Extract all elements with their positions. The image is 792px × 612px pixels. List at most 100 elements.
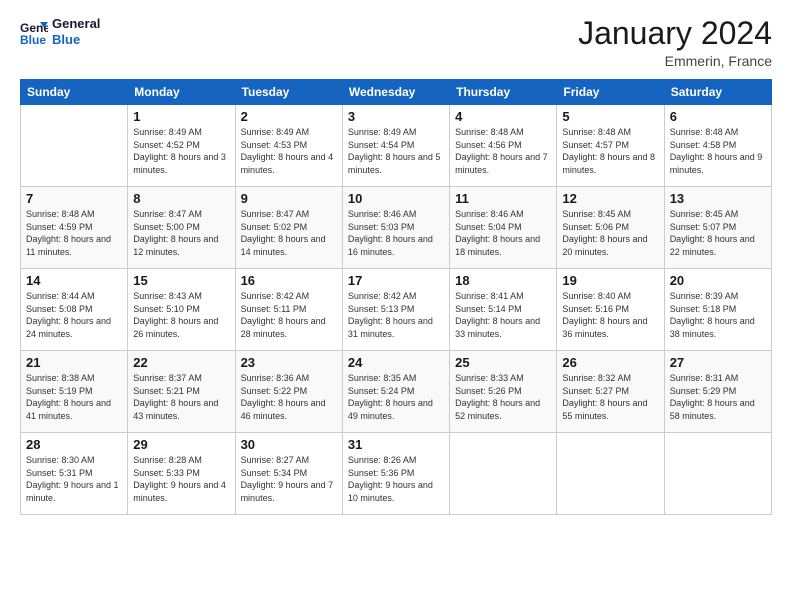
day-info: Sunrise: 8:26 AMSunset: 5:36 PMDaylight:…	[348, 454, 444, 504]
logo-line1: General	[52, 16, 100, 32]
day-number: 9	[241, 191, 337, 206]
calendar-cell: 14 Sunrise: 8:44 AMSunset: 5:08 PMDayligh…	[21, 269, 128, 351]
calendar-cell: 9 Sunrise: 8:47 AMSunset: 5:02 PMDaylight…	[235, 187, 342, 269]
calendar-cell: 30 Sunrise: 8:27 AMSunset: 5:34 PMDayligh…	[235, 433, 342, 515]
calendar-cell: 17Sunrise: 8:42 AMSunset: 5:13 PMDayligh…	[342, 269, 449, 351]
svg-text:Blue: Blue	[20, 33, 46, 46]
calendar-cell: 5 Sunrise: 8:48 AMSunset: 4:57 PMDaylight…	[557, 105, 664, 187]
day-number: 15	[133, 273, 229, 288]
day-header-wednesday: Wednesday	[342, 80, 449, 105]
calendar-cell: 18 Sunrise: 8:41 AMSunset: 5:14 PMDayligh…	[450, 269, 557, 351]
day-header-tuesday: Tuesday	[235, 80, 342, 105]
day-info: Sunrise: 8:44 AMSunset: 5:08 PMDaylight:…	[26, 290, 122, 340]
calendar-cell: 21 Sunrise: 8:38 AMSunset: 5:19 PMDayligh…	[21, 351, 128, 433]
day-info: Sunrise: 8:33 AMSunset: 5:26 PMDaylight:…	[455, 372, 551, 422]
day-info: Sunrise: 8:47 AMSunset: 5:02 PMDaylight:…	[241, 208, 337, 258]
calendar-cell: 13 Sunrise: 8:45 AMSunset: 5:07 PMDayligh…	[664, 187, 771, 269]
week-row-4: 28Sunrise: 8:30 AMSunset: 5:31 PMDayligh…	[21, 433, 772, 515]
day-info: Sunrise: 8:47 AMSunset: 5:00 PMDaylight:…	[133, 208, 229, 258]
day-header-monday: Monday	[128, 80, 235, 105]
header-row: SundayMondayTuesdayWednesdayThursdayFrid…	[21, 80, 772, 105]
day-number: 22	[133, 355, 229, 370]
day-number: 24	[348, 355, 444, 370]
day-info: Sunrise: 8:27 AMSunset: 5:34 PMDaylight:…	[241, 454, 337, 504]
calendar-cell: 16Sunrise: 8:42 AMSunset: 5:11 PMDayligh…	[235, 269, 342, 351]
logo-icon: General Blue	[20, 18, 48, 46]
day-info: Sunrise: 8:48 AMSunset: 4:58 PMDaylight:…	[670, 126, 766, 176]
day-info: Sunrise: 8:45 AMSunset: 5:06 PMDaylight:…	[562, 208, 658, 258]
title-block: January 2024 Emmerin, France	[578, 16, 772, 69]
calendar-cell: 2 Sunrise: 8:49 AMSunset: 4:53 PMDaylight…	[235, 105, 342, 187]
day-number: 29	[133, 437, 229, 452]
calendar-cell: 8 Sunrise: 8:47 AMSunset: 5:00 PMDaylight…	[128, 187, 235, 269]
calendar-table: SundayMondayTuesdayWednesdayThursdayFrid…	[20, 79, 772, 515]
day-number: 8	[133, 191, 229, 206]
day-info: Sunrise: 8:31 AMSunset: 5:29 PMDaylight:…	[670, 372, 766, 422]
day-header-thursday: Thursday	[450, 80, 557, 105]
day-number: 1	[133, 109, 229, 124]
week-row-2: 14 Sunrise: 8:44 AMSunset: 5:08 PMDayligh…	[21, 269, 772, 351]
day-number: 23	[241, 355, 337, 370]
calendar-cell	[450, 433, 557, 515]
calendar-cell: 20 Sunrise: 8:39 AMSunset: 5:18 PMDayligh…	[664, 269, 771, 351]
day-info: Sunrise: 8:41 AMSunset: 5:14 PMDaylight:…	[455, 290, 551, 340]
day-number: 18	[455, 273, 551, 288]
day-info: Sunrise: 8:39 AMSunset: 5:18 PMDaylight:…	[670, 290, 766, 340]
day-info: Sunrise: 8:49 AMSunset: 4:54 PMDaylight:…	[348, 126, 444, 176]
location: Emmerin, France	[578, 53, 772, 69]
day-info: Sunrise: 8:36 AMSunset: 5:22 PMDaylight:…	[241, 372, 337, 422]
day-number: 4	[455, 109, 551, 124]
day-info: Sunrise: 8:35 AMSunset: 5:24 PMDaylight:…	[348, 372, 444, 422]
day-info: Sunrise: 8:32 AMSunset: 5:27 PMDaylight:…	[562, 372, 658, 422]
calendar-cell	[21, 105, 128, 187]
day-info: Sunrise: 8:49 AMSunset: 4:52 PMDaylight:…	[133, 126, 229, 176]
day-info: Sunrise: 8:49 AMSunset: 4:53 PMDaylight:…	[241, 126, 337, 176]
calendar-cell: 26 Sunrise: 8:32 AMSunset: 5:27 PMDayligh…	[557, 351, 664, 433]
month-title: January 2024	[578, 16, 772, 51]
calendar-cell: 23 Sunrise: 8:36 AMSunset: 5:22 PMDayligh…	[235, 351, 342, 433]
day-info: Sunrise: 8:46 AMSunset: 5:04 PMDaylight:…	[455, 208, 551, 258]
day-info: Sunrise: 8:48 AMSunset: 4:59 PMDaylight:…	[26, 208, 122, 258]
calendar-cell: 6Sunrise: 8:48 AMSunset: 4:58 PMDaylight…	[664, 105, 771, 187]
day-info: Sunrise: 8:37 AMSunset: 5:21 PMDaylight:…	[133, 372, 229, 422]
day-info: Sunrise: 8:45 AMSunset: 5:07 PMDaylight:…	[670, 208, 766, 258]
calendar-cell: 28Sunrise: 8:30 AMSunset: 5:31 PMDayligh…	[21, 433, 128, 515]
calendar-cell: 1 Sunrise: 8:49 AMSunset: 4:52 PMDaylight…	[128, 105, 235, 187]
calendar-cell: 29 Sunrise: 8:28 AMSunset: 5:33 PMDayligh…	[128, 433, 235, 515]
day-number: 5	[562, 109, 658, 124]
day-info: Sunrise: 8:48 AMSunset: 4:56 PMDaylight:…	[455, 126, 551, 176]
day-number: 28	[26, 437, 122, 452]
day-info: Sunrise: 8:42 AMSunset: 5:13 PMDaylight:…	[348, 290, 444, 340]
day-info: Sunrise: 8:40 AMSunset: 5:16 PMDaylight:…	[562, 290, 658, 340]
calendar-cell: 10Sunrise: 8:46 AMSunset: 5:03 PMDayligh…	[342, 187, 449, 269]
day-number: 13	[670, 191, 766, 206]
calendar-cell: 25 Sunrise: 8:33 AMSunset: 5:26 PMDayligh…	[450, 351, 557, 433]
calendar-cell: 7Sunrise: 8:48 AMSunset: 4:59 PMDaylight…	[21, 187, 128, 269]
day-info: Sunrise: 8:46 AMSunset: 5:03 PMDaylight:…	[348, 208, 444, 258]
calendar-cell: 22 Sunrise: 8:37 AMSunset: 5:21 PMDayligh…	[128, 351, 235, 433]
calendar-cell	[557, 433, 664, 515]
calendar-cell: 15 Sunrise: 8:43 AMSunset: 5:10 PMDayligh…	[128, 269, 235, 351]
day-number: 3	[348, 109, 444, 124]
day-info: Sunrise: 8:42 AMSunset: 5:11 PMDaylight:…	[241, 290, 337, 340]
day-number: 25	[455, 355, 551, 370]
calendar-cell: 24 Sunrise: 8:35 AMSunset: 5:24 PMDayligh…	[342, 351, 449, 433]
logo-line2: Blue	[52, 32, 100, 48]
calendar-cell: 19Sunrise: 8:40 AMSunset: 5:16 PMDayligh…	[557, 269, 664, 351]
day-header-friday: Friday	[557, 80, 664, 105]
day-number: 2	[241, 109, 337, 124]
day-number: 20	[670, 273, 766, 288]
day-number: 30	[241, 437, 337, 452]
day-info: Sunrise: 8:43 AMSunset: 5:10 PMDaylight:…	[133, 290, 229, 340]
day-number: 26	[562, 355, 658, 370]
day-number: 31	[348, 437, 444, 452]
day-header-saturday: Saturday	[664, 80, 771, 105]
calendar-cell	[664, 433, 771, 515]
day-number: 21	[26, 355, 122, 370]
calendar-cell: 12Sunrise: 8:45 AMSunset: 5:06 PMDayligh…	[557, 187, 664, 269]
day-number: 14	[26, 273, 122, 288]
day-info: Sunrise: 8:48 AMSunset: 4:57 PMDaylight:…	[562, 126, 658, 176]
day-info: Sunrise: 8:38 AMSunset: 5:19 PMDaylight:…	[26, 372, 122, 422]
day-info: Sunrise: 8:28 AMSunset: 5:33 PMDaylight:…	[133, 454, 229, 504]
week-row-3: 21 Sunrise: 8:38 AMSunset: 5:19 PMDayligh…	[21, 351, 772, 433]
